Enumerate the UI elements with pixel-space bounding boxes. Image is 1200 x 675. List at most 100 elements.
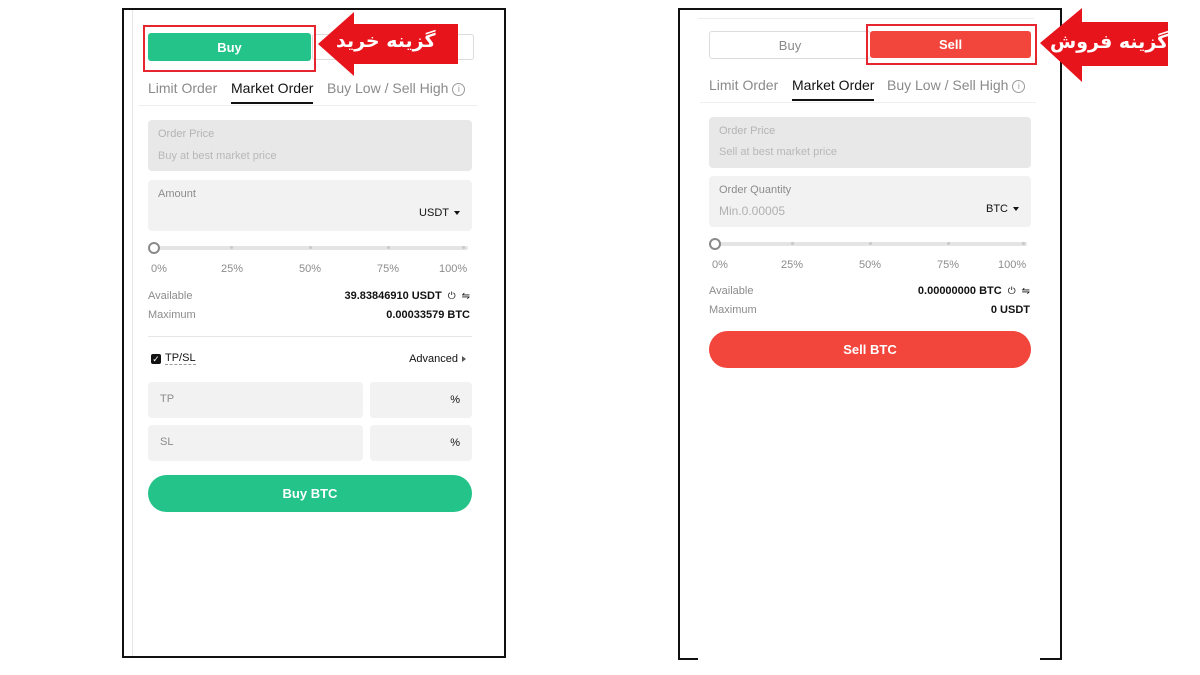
tabs-divider	[700, 102, 1036, 103]
info-icon[interactable]: i	[452, 83, 466, 96]
buy-order-panel: Buy Limit Order Market Order Buy Low / S…	[122, 8, 506, 658]
sell-callout-text: گزینه فروش	[1050, 31, 1169, 53]
tab-label: Market Order	[792, 77, 875, 93]
tab-buy-low-sell-high[interactable]: Buy Low / Sell High i	[327, 80, 466, 96]
buy-callout-text: گزینه خرید	[336, 30, 436, 52]
slider-tick-label: 100%	[998, 259, 1027, 271]
order-price-label: Order Price	[719, 125, 776, 137]
active-tab-underline	[792, 99, 874, 101]
slider-step-dot	[791, 242, 794, 245]
buy-btc-button[interactable]: Buy BTC	[148, 475, 472, 512]
order-price-field: Order Price Buy at best market price	[148, 120, 472, 171]
advanced-link[interactable]: Advanced	[409, 353, 466, 365]
section-divider	[148, 336, 472, 337]
available-value: 39.83846910 USDT ⏻ ⇋	[344, 290, 470, 302]
maximum-label: Maximum	[148, 309, 196, 321]
transfer-icon[interactable]: ⇋	[1022, 286, 1030, 297]
tab-label: Limit Order	[709, 77, 779, 93]
sell-toggle-button[interactable]: Sell	[870, 31, 1031, 58]
order-price-field: Order Price Sell at best market price	[709, 117, 1031, 168]
buy-toggle-label: Buy	[217, 39, 242, 55]
slider-tick-label: 100%	[439, 263, 468, 275]
tpsl-label: TP/SL	[165, 352, 196, 365]
amount-unit-label: USDT	[419, 207, 449, 219]
slider-step-dot	[387, 246, 390, 249]
order-price-label: Order Price	[158, 128, 215, 140]
tab-label: Market Order	[231, 80, 314, 96]
available-amount: 0.00000000 BTC	[917, 285, 1002, 297]
amount-field[interactable]: Amount USDT	[148, 180, 472, 231]
buy-toggle-button[interactable]: Buy	[709, 31, 871, 59]
available-value: 0.00000000 BTC ⏻ ⇋	[918, 285, 1030, 297]
order-quantity-label: Order Quantity	[719, 184, 792, 196]
tab-limit-order[interactable]: Limit Order	[709, 77, 778, 93]
available-label: Available	[148, 290, 193, 302]
maximum-value: 0.00033579 BTC	[386, 309, 470, 321]
tab-buy-low-sell-high[interactable]: Buy Low / Sell High i	[887, 77, 1026, 93]
active-tab-underline	[231, 102, 313, 104]
sl-input[interactable]: SL	[148, 425, 363, 461]
tab-market-order[interactable]: Market Order	[792, 77, 874, 93]
tab-limit-order[interactable]: Limit Order	[148, 80, 217, 96]
available-label: Available	[709, 285, 754, 297]
sell-btc-button[interactable]: Sell BTC	[709, 331, 1031, 368]
tab-label: Limit Order	[148, 80, 218, 96]
deposit-icon[interactable]: ⏻	[1008, 286, 1016, 297]
sl-percent-field[interactable]: %	[370, 425, 472, 461]
slider-tick-label: 75%	[937, 259, 960, 271]
buy-toggle-label: Buy	[778, 37, 802, 53]
sl-label: SL	[160, 436, 174, 448]
tp-label: TP	[160, 393, 175, 405]
buy-toggle-button[interactable]: Buy	[148, 33, 311, 61]
tp-input[interactable]: TP	[148, 382, 363, 418]
amount-unit-select[interactable]: USDT	[419, 207, 460, 219]
slider-step-dot	[309, 246, 312, 249]
sell-btc-label: Sell BTC	[843, 342, 897, 357]
chevron-right-icon	[462, 356, 466, 362]
slider-step-dot	[869, 242, 872, 245]
slider-tick-label: 50%	[859, 259, 882, 271]
amount-slider-handle[interactable]	[148, 242, 160, 254]
slider-step-dot	[947, 242, 950, 245]
order-price-placeholder: Buy at best market price	[158, 150, 277, 162]
available-amount: 39.83846910 USDT	[344, 290, 442, 302]
quantity-slider-handle[interactable]	[709, 238, 721, 250]
sell-toggle-label: Sell	[938, 37, 963, 52]
sell-order-panel: Buy Sell Limit Order Market Order Buy Lo…	[678, 8, 1062, 660]
panel-inner-border	[132, 10, 133, 656]
slider-tick-label: 75%	[377, 263, 400, 275]
panel-edge	[678, 658, 698, 660]
amount-label: Amount	[158, 188, 196, 200]
maximum-value: 0 USDT	[990, 304, 1030, 316]
slider-tick-label: 25%	[221, 263, 244, 275]
panel-inner-border	[698, 18, 1034, 19]
tab-market-order[interactable]: Market Order	[231, 80, 313, 96]
quantity-unit-select[interactable]: BTC	[986, 203, 1019, 215]
tp-percent-field[interactable]: %	[370, 382, 472, 418]
tpsl-checkbox[interactable]: ✓	[151, 354, 161, 364]
panel-edge	[1040, 658, 1062, 660]
maximum-label: Maximum	[709, 304, 757, 316]
tp-unit: %	[450, 394, 460, 406]
order-quantity-placeholder: Min.0.00005	[719, 204, 786, 218]
advanced-label: Advanced	[409, 353, 458, 365]
info-icon[interactable]: i	[1012, 80, 1026, 93]
slider-step-dot	[230, 246, 233, 249]
tab-label: Buy Low / Sell High	[327, 80, 449, 96]
tab-label: Buy Low / Sell High	[887, 77, 1009, 93]
quantity-unit-label: BTC	[986, 203, 1008, 215]
slider-step-dot	[462, 246, 465, 249]
slider-tick-label: 0%	[151, 263, 167, 275]
tabs-divider	[138, 105, 478, 106]
slider-step-dot	[1022, 242, 1025, 245]
sl-unit: %	[450, 437, 460, 449]
order-price-placeholder: Sell at best market price	[719, 146, 837, 158]
slider-tick-label: 25%	[781, 259, 804, 271]
chevron-down-icon	[454, 211, 460, 215]
order-quantity-field[interactable]: Order Quantity Min.0.00005 BTC	[709, 176, 1031, 227]
slider-tick-label: 50%	[299, 263, 322, 275]
transfer-icon[interactable]: ⇋	[462, 291, 470, 302]
chevron-down-icon	[1013, 207, 1019, 211]
deposit-icon[interactable]: ⏻	[448, 291, 456, 302]
slider-tick-label: 0%	[712, 259, 728, 271]
